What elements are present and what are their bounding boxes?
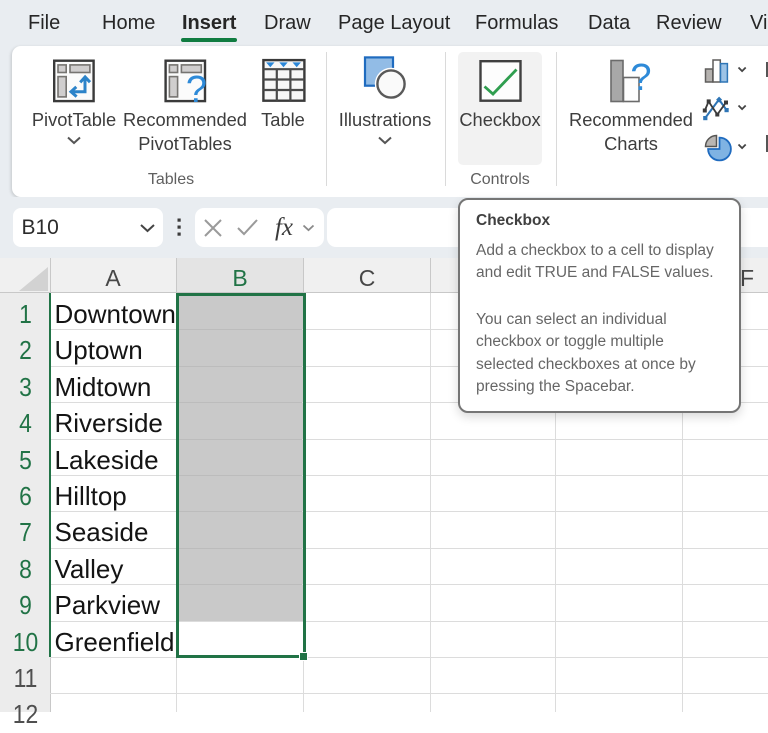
svg-text:fx: fx (275, 214, 293, 241)
svg-text:?: ? (630, 57, 651, 99)
svg-text:?: ? (186, 69, 207, 111)
